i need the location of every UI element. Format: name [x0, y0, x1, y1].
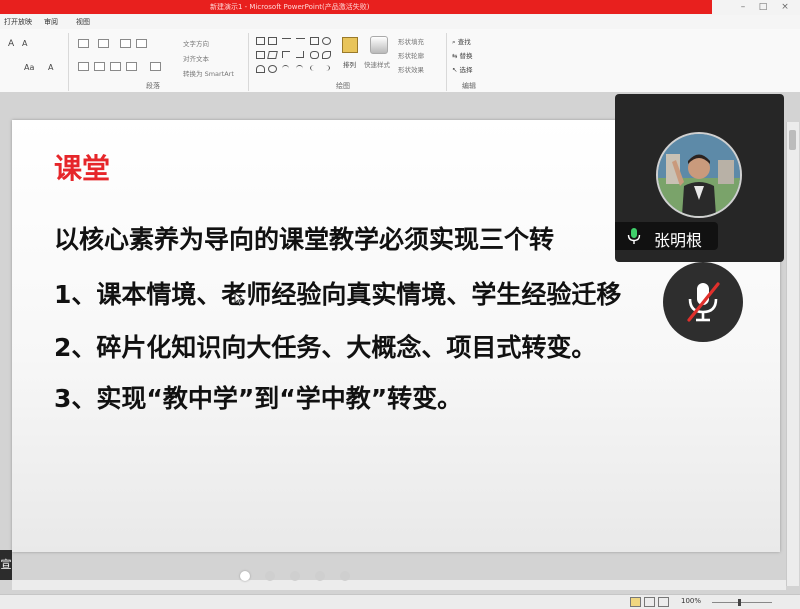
participant-name-tag: 张明根 — [615, 222, 718, 250]
indent-decrease-icon[interactable] — [120, 39, 131, 48]
arrange-button[interactable]: 排列 — [343, 59, 356, 69]
justify-icon[interactable] — [126, 62, 137, 71]
slide-title[interactable]: 课堂 — [54, 147, 110, 187]
maximize-icon[interactable]: □ — [754, 1, 772, 13]
vertical-scrollbar-thumb[interactable] — [789, 130, 796, 150]
zoom-slider-thumb[interactable] — [738, 599, 741, 606]
shape-effects-button[interactable]: 形状效果 — [398, 64, 424, 74]
page-dot[interactable] — [340, 571, 350, 581]
freeform-shape-icon[interactable] — [256, 65, 265, 73]
change-case-button[interactable]: Aa — [24, 63, 34, 72]
slide-sorter-icon[interactable] — [644, 597, 655, 607]
normal-view-icon[interactable] — [630, 597, 641, 607]
align-left-icon[interactable] — [78, 62, 89, 71]
page-dot[interactable] — [290, 571, 300, 581]
title-bar: 新建演示1 - Microsoft PowerPoint(产品激活失败) – □… — [0, 0, 800, 15]
select-button[interactable]: ↖ 选择 — [452, 64, 473, 74]
reading-view-icon[interactable] — [658, 597, 669, 607]
quick-styles-icon[interactable] — [370, 36, 388, 54]
zoom-slider[interactable] — [712, 602, 772, 603]
zoom-level[interactable]: 100% — [681, 597, 701, 605]
star-shape-icon[interactable] — [268, 65, 277, 73]
find-button[interactable]: ⌕ 查找 — [452, 36, 471, 47]
arrange-icon[interactable] — [342, 37, 358, 53]
line-shape-icon[interactable] — [296, 38, 305, 39]
ribbon: A A Aa A 文字方向 对齐文本 转换为 SmartArt 段落 排列 快速… — [0, 29, 800, 93]
arc-shape-icon[interactable] — [282, 65, 289, 72]
triangle-shape-icon[interactable] — [267, 51, 278, 59]
page-dot[interactable] — [315, 571, 325, 581]
find-label: 查找 — [457, 38, 471, 46]
rounded-rect-shape-icon[interactable] — [310, 51, 319, 59]
mute-toggle-button[interactable] — [663, 262, 743, 342]
text-direction-button[interactable]: 文字方向 — [183, 38, 209, 48]
connector-shape-icon[interactable] — [296, 51, 304, 58]
textbox-shape-icon[interactable] — [268, 37, 277, 45]
group-separator — [446, 33, 447, 91]
window-title: 新建演示1 - Microsoft PowerPoint(产品激活失败) — [210, 3, 370, 11]
replace-label: 替换 — [459, 52, 473, 60]
participant-name: 张明根 — [654, 231, 703, 250]
shape-outline-button[interactable]: 形状轮廓 — [398, 50, 424, 60]
brace-shape-icon[interactable] — [310, 65, 318, 71]
align-right-icon[interactable] — [110, 62, 121, 71]
minimize-icon[interactable]: – — [734, 1, 752, 13]
paragraph-group-label: 段落 — [146, 82, 160, 90]
convert-smartart-button[interactable]: 转换为 SmartArt — [183, 68, 234, 78]
replace-button[interactable]: ⇆ 替换 — [452, 50, 473, 60]
numbering-icon[interactable] — [98, 39, 109, 48]
status-bar: 100% — [0, 594, 800, 609]
slide-text-line[interactable]: 1、课本情境、老师经验向真实情境、学生经验迁移 — [54, 275, 621, 311]
tab-slideshow[interactable]: 打开放映 — [4, 17, 32, 27]
drawing-group-label: 绘图 — [336, 82, 350, 90]
microphone-icon — [627, 228, 641, 244]
font-size-up-button[interactable]: A — [8, 39, 14, 49]
editing-group-label: 编辑 — [462, 82, 476, 90]
font-size-down-button[interactable]: A — [22, 39, 27, 48]
font-color-button[interactable]: A — [48, 63, 53, 72]
line-shape-icon[interactable] — [282, 38, 291, 39]
align-center-icon[interactable] — [94, 62, 105, 71]
ribbon-tabs: 打开放映 审阅 视图 — [0, 15, 800, 29]
tab-review[interactable]: 审阅 — [44, 17, 58, 27]
slide-text-line[interactable]: 3、实现“教中学”到“学中教”转变。 — [54, 379, 462, 415]
shape-fill-button[interactable]: 形状填充 — [398, 36, 424, 46]
slide-text-line[interactable]: 以核心素养为导向的课堂教学必须实现三个转 — [54, 220, 554, 256]
page-dot[interactable] — [265, 571, 275, 581]
group-separator — [248, 33, 249, 91]
select-label: 选择 — [459, 66, 473, 74]
microphone-muted-icon — [687, 282, 720, 322]
arrow-shape-icon[interactable] — [322, 51, 331, 59]
brace-shape-icon[interactable] — [322, 65, 330, 71]
connector-shape-icon[interactable] — [282, 51, 290, 58]
rectangle-shape-icon[interactable] — [310, 37, 319, 45]
bullets-icon[interactable] — [78, 39, 89, 48]
align-text-button[interactable]: 对齐文本 — [183, 53, 209, 63]
page-dot-active[interactable] — [240, 571, 250, 581]
avatar — [656, 132, 742, 218]
slide-text-line[interactable]: 2、碎片化知识向大任务、大概念、项目式转变。 — [54, 328, 596, 364]
side-panel-clipped: 宣 — [0, 550, 12, 580]
columns-icon[interactable] — [150, 62, 161, 71]
quick-styles-button[interactable]: 快速样式 — [364, 59, 390, 69]
textbox-shape-icon[interactable] — [256, 37, 265, 45]
vertical-scrollbar[interactable] — [786, 122, 799, 586]
horizontal-scrollbar[interactable] — [12, 580, 786, 590]
mouse-cursor-icon — [234, 292, 244, 306]
rectangle-shape-icon[interactable] — [256, 51, 265, 59]
oval-shape-icon[interactable] — [322, 37, 331, 45]
group-separator — [68, 33, 69, 91]
tab-view[interactable]: 视图 — [76, 17, 90, 27]
close-icon[interactable]: × — [776, 1, 794, 13]
indent-increase-icon[interactable] — [136, 39, 147, 48]
arc-shape-icon[interactable] — [296, 65, 303, 72]
participant-video-tile[interactable]: 张明根 — [615, 94, 784, 262]
